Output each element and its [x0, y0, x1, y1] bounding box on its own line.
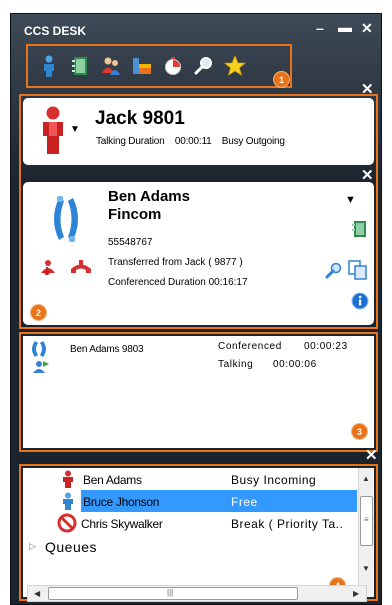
conference-duration: Conferenced Duration 00:16:17 [108, 277, 248, 288]
status-state: Busy Outgoing [221, 136, 285, 147]
info-icon[interactable] [351, 292, 369, 315]
directory-icon[interactable] [69, 55, 91, 77]
contact-phone: 55548767 [108, 237, 153, 248]
scroll-left-icon[interactable]: ◀ [34, 589, 40, 598]
agent-name: Bruce Jhonson [83, 495, 160, 509]
status-label: Talking Duration [96, 136, 165, 147]
scroll-right-icon[interactable]: ▶ [353, 589, 359, 598]
minimize-button[interactable]: – [316, 20, 324, 36]
conference-duration-label: Conferenced Duration [108, 277, 206, 288]
break-agent-icon [57, 513, 77, 533]
conference-panel: Ben Adams 9803 Conferenced 00:00:23 Talk… [23, 336, 374, 448]
current-call-panel: ▼ Jack 9801 Talking Duration 00:00:11 Bu… [23, 98, 374, 165]
transfer-note: Transferred from Jack ( 9877 ) [108, 257, 243, 268]
agent-row[interactable]: Ben Adams Busy Incoming [23, 468, 374, 490]
users-icon[interactable] [100, 55, 122, 77]
transfer-icon[interactable] [38, 259, 58, 280]
conference-line1-time: 00:00:23 [304, 341, 348, 352]
contact-company: Fincom [108, 206, 162, 223]
close-agents-list-button[interactable]: ✕ [365, 446, 378, 464]
vertical-scrollbar[interactable]: ▲ ≡ ▼ [358, 468, 374, 597]
conference-line1-label: Conferenced [218, 341, 282, 352]
agent-icon[interactable] [38, 55, 60, 77]
callout-2: 2 [31, 305, 46, 320]
contact-panel: Ben Adams Fincom 55548767 Transferred fr… [23, 182, 374, 325]
busy-agent-icon [61, 470, 79, 488]
conference-line2-label: Talking [218, 359, 254, 370]
queues-label: Queues [45, 539, 98, 555]
scroll-down-icon[interactable]: ▼ [362, 564, 370, 573]
close-window-button[interactable]: ✕ [361, 20, 373, 37]
free-agent-icon [61, 492, 79, 510]
thumb-grip-icon: ||| [167, 588, 174, 597]
agent-name: Ben Adams [83, 473, 142, 487]
search-icon[interactable] [193, 55, 215, 77]
favorite-icon[interactable] [224, 55, 246, 77]
contact-directory-icon[interactable] [351, 220, 367, 243]
agent-state: Busy Incoming [231, 473, 317, 487]
conference-party: Ben Adams 9803 [70, 344, 144, 355]
conference-line2-time: 00:00:06 [273, 359, 317, 370]
vertical-scroll-thumb[interactable]: ≡ [360, 496, 373, 546]
agent-state: Free [231, 495, 258, 509]
horizontal-scroll-thumb[interactable]: ||| [48, 587, 298, 600]
agents-list: Ben Adams Busy Incoming Bruce Jhonson Fr… [23, 468, 374, 597]
toolbar [26, 44, 292, 88]
status-duration: 00:00:11 [174, 136, 212, 147]
expand-triangle-icon[interactable]: ▷ [29, 541, 36, 552]
chevron-down-icon[interactable]: ▼ [70, 124, 80, 135]
title-bar[interactable]: CCS DESK – ▬ ✕ [11, 14, 381, 44]
app-title: CCS DESK [24, 24, 87, 38]
scroll-up-icon[interactable]: ▲ [362, 474, 370, 483]
timer-icon[interactable] [162, 55, 184, 77]
busy-agent-icon [41, 106, 71, 161]
agent-state: Break ( Priority Ta.. [231, 517, 344, 531]
conference-call-icon [47, 194, 85, 249]
contact-search-icon[interactable] [325, 262, 343, 285]
report-icon[interactable] [131, 55, 153, 77]
call-status: Talking Duration 00:00:11 Busy Outgoing [96, 136, 285, 147]
copy-icon[interactable] [348, 260, 368, 285]
agent-row-selected[interactable]: Bruce Jhonson Free [23, 490, 374, 512]
thumb-grip-icon: ≡ [364, 515, 369, 524]
conference-duration-value: 00:16:17 [208, 277, 248, 288]
agent-name: Chris Skywalker [81, 517, 163, 531]
contact-menu-chevron-icon[interactable]: ▼ [345, 194, 356, 206]
caller-name: Jack 9801 [95, 108, 185, 129]
hangup-icon[interactable] [70, 259, 92, 280]
contact-name: Ben Adams [108, 188, 190, 205]
callout-1: 1 [274, 72, 289, 87]
callout-3: 3 [352, 424, 367, 439]
maximize-button[interactable]: ▬ [338, 19, 352, 35]
horizontal-scrollbar[interactable]: ◀ ||| ▶ [27, 585, 367, 602]
queues-row[interactable]: ▷ Queues [23, 536, 374, 558]
ccs-desk-window: CCS DESK – ▬ ✕ 1 ✕ ▼ Jack 9801 Talking D… [10, 13, 382, 605]
conference-party-icon [29, 340, 51, 379]
agent-row[interactable]: Chris Skywalker Break ( Priority Ta.. [23, 512, 374, 534]
